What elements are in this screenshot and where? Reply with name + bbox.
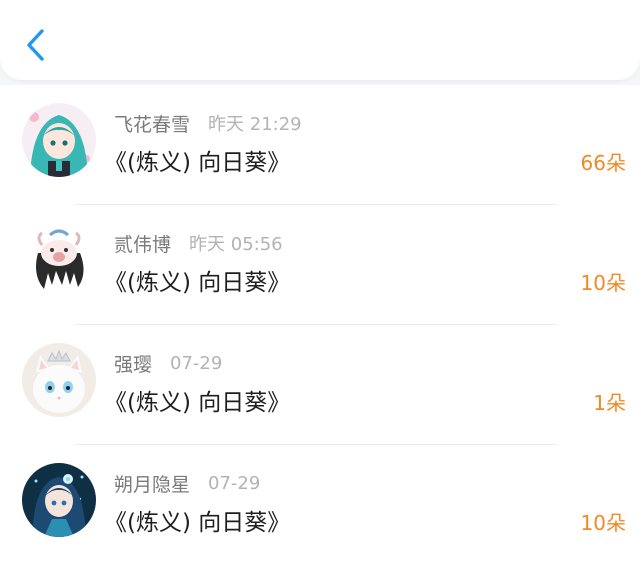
timestamp: 昨天 21:29: [208, 114, 302, 135]
white-cat-crown-avatar: [22, 343, 96, 417]
avatar[interactable]: [22, 103, 96, 177]
anime-girl-teal-avatar: [22, 103, 96, 177]
cartoon-character-avatar: [22, 223, 96, 297]
item-title[interactable]: 《(炼义) 向日葵》: [104, 503, 290, 537]
avatar[interactable]: [22, 223, 96, 297]
flower-count: 66朵: [580, 151, 626, 175]
name-line: 朔月隐星 07-29: [114, 470, 260, 496]
user-name[interactable]: 朔月隐星: [114, 470, 190, 497]
back-button[interactable]: [18, 26, 52, 64]
item-title[interactable]: 《(炼义) 向日葵》: [104, 263, 290, 297]
list-item[interactable]: 朔月隐星 07-29 《(炼义) 向日葵》 10朵: [0, 445, 640, 565]
avatar[interactable]: [22, 463, 96, 537]
avatar[interactable]: [22, 343, 96, 417]
anime-girl-blue-avatar: [22, 463, 96, 537]
flower-count: 10朵: [580, 271, 626, 295]
user-name[interactable]: 飞花春雪: [114, 110, 190, 137]
flower-count: 10朵: [580, 511, 626, 535]
timestamp: 07-29: [208, 472, 261, 494]
name-line: 强璎 07-29: [114, 350, 222, 376]
item-title[interactable]: 《(炼义) 向日葵》: [104, 143, 290, 177]
list-item[interactable]: 强璎 07-29 《(炼义) 向日葵》 1朵: [0, 325, 640, 445]
list-item[interactable]: 贰伟博 昨天 05:56 《(炼义) 向日葵》 10朵: [0, 205, 640, 325]
gift-list: 飞花春雪 昨天 21:29 《(炼义) 向日葵》 66朵 贰伟博 昨天 05:5…: [0, 85, 640, 565]
user-name[interactable]: 贰伟博: [114, 230, 171, 257]
list-item[interactable]: 飞花春雪 昨天 21:29 《(炼义) 向日葵》 66朵: [0, 85, 640, 205]
timestamp: 昨天 05:56: [189, 234, 283, 255]
name-line: 贰伟博 昨天 05:56: [114, 230, 283, 256]
flower-count: 1朵: [593, 391, 626, 415]
top-bar: [0, 0, 640, 80]
user-name[interactable]: 强璎: [114, 350, 152, 377]
item-title[interactable]: 《(炼义) 向日葵》: [104, 383, 290, 417]
timestamp: 07-29: [170, 352, 223, 374]
chevron-left-icon: [27, 29, 44, 61]
name-line: 飞花春雪 昨天 21:29: [114, 110, 302, 136]
